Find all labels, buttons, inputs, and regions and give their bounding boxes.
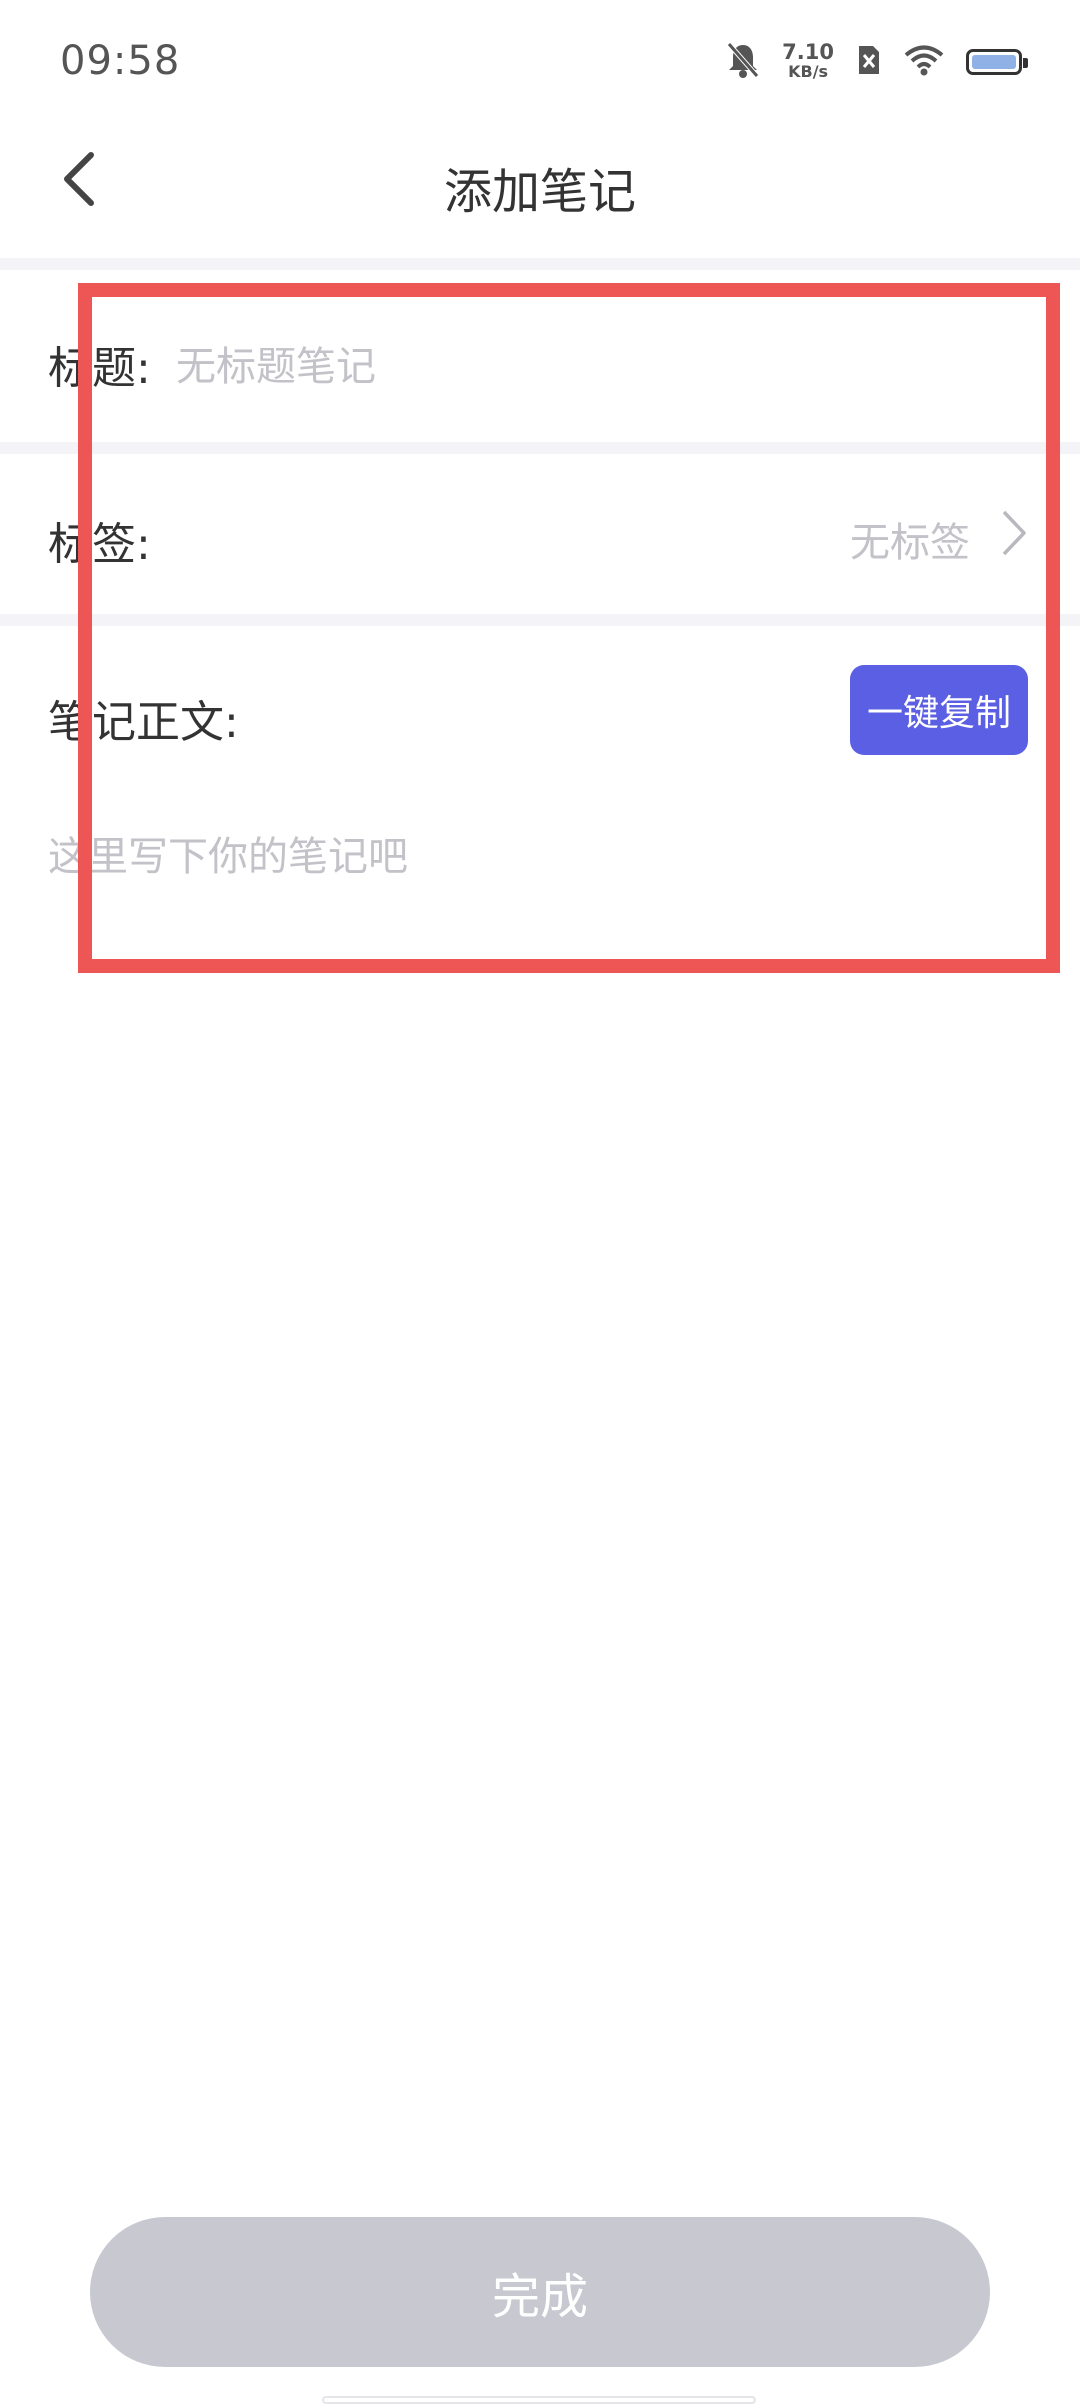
divider [0,614,1080,626]
copy-button[interactable]: 一键复制 [850,665,1028,755]
battery-icon [966,49,1028,75]
wifi-icon [904,44,944,80]
done-button[interactable]: 完成 [90,2217,990,2367]
status-time: 09:58 [60,38,181,84]
title-label: 标题: [48,343,151,394]
divider [0,442,1080,454]
bell-muted-icon [726,41,760,83]
nav-bar: 添加笔记 [0,120,1080,258]
divider [0,258,1080,270]
home-indicator [322,2396,756,2404]
tag-label: 标签: [48,519,151,570]
body-input[interactable]: 这里写下你的笔记吧 [48,824,408,882]
net-speed: 7.10 KB/s [782,40,834,82]
title-input[interactable]: 无标题笔记 [176,334,376,392]
title-row[interactable]: 标题: 无标题笔记 [0,270,1080,442]
tag-value: 无标签 [850,520,970,566]
sim-x-icon [856,44,882,80]
status-bar: 09:58 7.10 KB/s [0,0,1080,120]
chevron-right-icon [998,508,1028,562]
status-icons: 7.10 KB/s [726,40,1028,84]
net-speed-value: 7.10 [782,40,834,64]
tag-row[interactable]: 标签: 无标签 [0,454,1080,614]
net-speed-unit: KB/s [788,62,829,81]
page-title: 添加笔记 [443,164,636,220]
body-label: 笔记正文: [48,697,239,748]
